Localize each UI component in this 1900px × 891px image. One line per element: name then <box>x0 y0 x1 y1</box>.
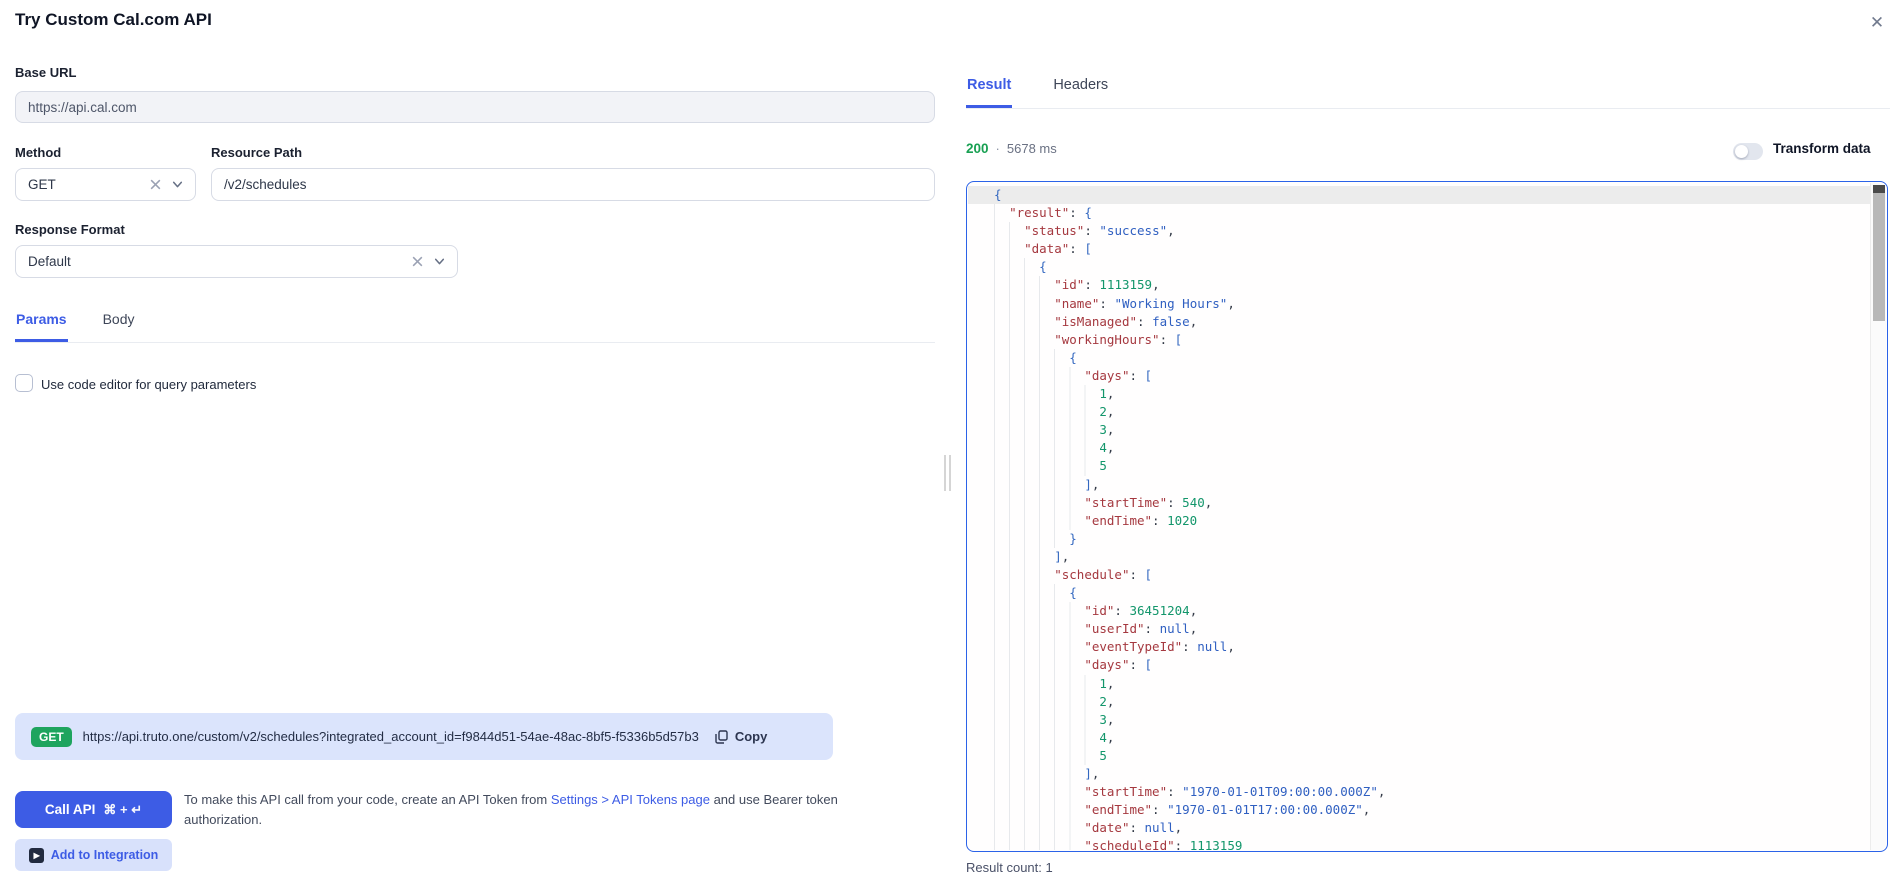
copy-button[interactable]: Copy <box>714 729 768 745</box>
resource-path-label: Resource Path <box>211 145 303 160</box>
response-status-row: 200 · 5678 ms <box>966 141 1057 156</box>
transform-data-toggle[interactable] <box>1733 143 1763 160</box>
api-token-hint: To make this API call from your code, cr… <box>184 790 900 830</box>
tab-body[interactable]: Body <box>102 307 136 342</box>
scrollbar-thumb[interactable] <box>1873 193 1885 321</box>
call-api-label: Call API <box>44 802 96 817</box>
response-duration: 5678 ms <box>1006 141 1057 156</box>
response-tabs: Result Headers <box>966 73 1890 109</box>
chevron-down-icon[interactable] <box>431 254 447 270</box>
response-json-code: { "result": { "status": "success", "data… <box>968 183 1870 850</box>
call-api-shortcut: ⌘ + ↵ <box>103 801 143 817</box>
method-badge: GET <box>31 726 72 747</box>
base-url-label: Base URL <box>15 65 77 80</box>
hint-text-before: To make this API call from your code, cr… <box>184 792 551 807</box>
method-label: Method <box>15 145 62 160</box>
add-to-integration-label: Add to Integration <box>50 848 159 862</box>
request-tabs: Params Body <box>15 307 935 343</box>
response-json-viewer[interactable]: { "result": { "status": "success", "data… <box>966 181 1888 852</box>
api-tokens-page-link[interactable]: Settings > API Tokens page <box>551 792 710 807</box>
scrollbar-marker <box>1873 185 1885 193</box>
code-editor-checkbox-label: Use code editor for query parameters <box>41 377 257 392</box>
add-to-integration-button[interactable]: ▶ Add to Integration <box>15 839 172 871</box>
copy-label: Copy <box>734 729 768 744</box>
response-format-select[interactable]: Default <box>15 245 458 278</box>
base-url-input[interactable] <box>15 91 935 123</box>
request-url-preview: GET https://api.truto.one/custom/v2/sche… <box>15 713 833 760</box>
clear-icon[interactable] <box>147 177 163 193</box>
call-api-button[interactable]: Call API ⌘ + ↵ <box>15 791 172 828</box>
result-count: Result count: 1 <box>966 860 1053 875</box>
response-format-label: Response Format <box>15 222 125 237</box>
copy-icon <box>714 729 730 745</box>
scrollbar-track[interactable] <box>1870 183 1886 850</box>
clear-icon[interactable] <box>409 254 425 270</box>
status-code: 200 <box>966 141 989 156</box>
method-select-value: GET <box>28 177 56 192</box>
code-editor-checkbox[interactable] <box>15 374 33 392</box>
status-separator: · <box>995 141 1000 156</box>
tab-params[interactable]: Params <box>15 307 68 342</box>
close-icon[interactable]: ✕ <box>1864 10 1890 36</box>
tab-result[interactable]: Result <box>966 73 1013 108</box>
request-url: https://api.truto.one/custom/v2/schedule… <box>82 729 699 744</box>
play-icon: ▶ <box>28 847 44 863</box>
method-select[interactable]: GET <box>15 168 196 201</box>
transform-data-label: Transform data <box>1773 141 1871 156</box>
tab-headers[interactable]: Headers <box>1052 73 1109 108</box>
response-format-select-value: Default <box>28 254 71 269</box>
resource-path-input[interactable] <box>211 168 935 201</box>
chevron-down-icon[interactable] <box>169 177 185 193</box>
page-title: Try Custom Cal.com API <box>15 10 212 29</box>
panel-resize-handle[interactable] <box>944 455 951 491</box>
